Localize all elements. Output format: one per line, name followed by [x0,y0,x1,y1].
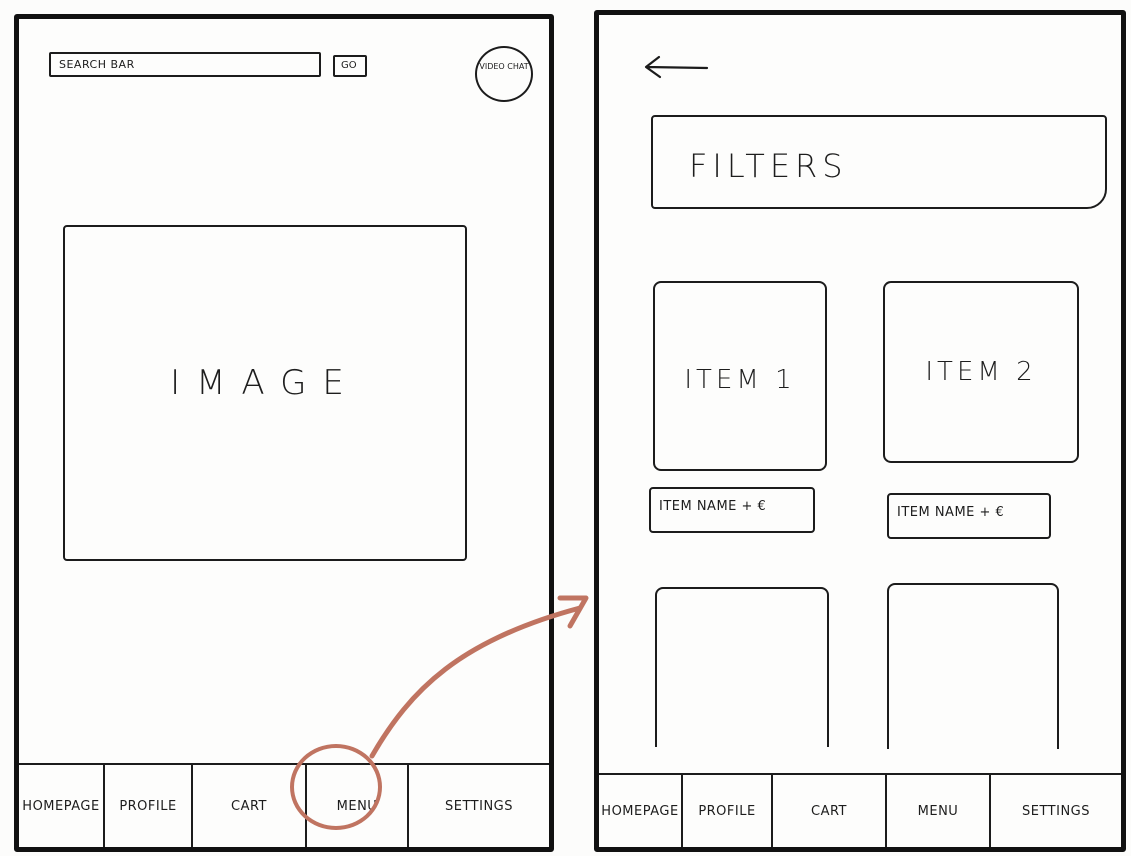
home-screen-frame: SEARCH BAR GO VIDEO CHAT IMAGE HOMEPAGE … [14,14,554,852]
item-card-2[interactable]: ITEM 2 [883,281,1079,463]
go-button-label: GO [341,60,357,71]
nav-item-cart[interactable]: CART [193,765,307,847]
item-card-1[interactable]: ITEM 1 [653,281,827,471]
back-arrow-icon[interactable] [641,53,711,85]
item-card-label: ITEM 2 [925,357,1037,387]
nav-item-settings[interactable]: SETTINGS [409,765,549,847]
menu-highlight-circle [290,744,382,830]
menu-screen-frame: FILTERS ITEM 1 ITEM 2 ITEM NAME + € ITEM… [594,10,1126,852]
nav-item-menu[interactable]: MENU [887,775,991,847]
search-input[interactable]: SEARCH BAR [49,52,321,77]
nav-item-settings[interactable]: SETTINGS [991,775,1121,847]
nav-item-homepage[interactable]: HOMEPAGE [599,775,683,847]
item-card-3[interactable] [655,587,829,747]
search-placeholder: SEARCH BAR [59,58,135,71]
item-name-price-label: ITEM NAME + € [897,505,1005,520]
hero-image-placeholder: IMAGE [63,225,467,561]
nav-item-profile[interactable]: PROFILE [683,775,773,847]
filters-button[interactable]: FILTERS [651,115,1107,209]
item-card-label: ITEM 1 [684,365,796,395]
nav-item-homepage[interactable]: HOMEPAGE [19,765,105,847]
item-name-price-label: ITEM NAME + € [659,499,767,514]
nav-item-profile[interactable]: PROFILE [105,765,193,847]
go-button[interactable]: GO [333,55,367,77]
video-chat-button[interactable]: VIDEO CHAT [475,46,533,102]
filters-label: FILTERS [689,147,848,185]
item-card-4[interactable] [887,583,1059,749]
video-chat-label: VIDEO CHAT [479,62,529,71]
item-name-price-2: ITEM NAME + € [887,493,1051,539]
nav-item-cart[interactable]: CART [773,775,887,847]
bottom-nav: HOMEPAGE PROFILE CART MENU SETTINGS [19,763,549,847]
item-name-price-1: ITEM NAME + € [649,487,815,533]
image-label: IMAGE [170,363,360,403]
bottom-nav: HOMEPAGE PROFILE CART MENU SETTINGS [599,773,1121,847]
